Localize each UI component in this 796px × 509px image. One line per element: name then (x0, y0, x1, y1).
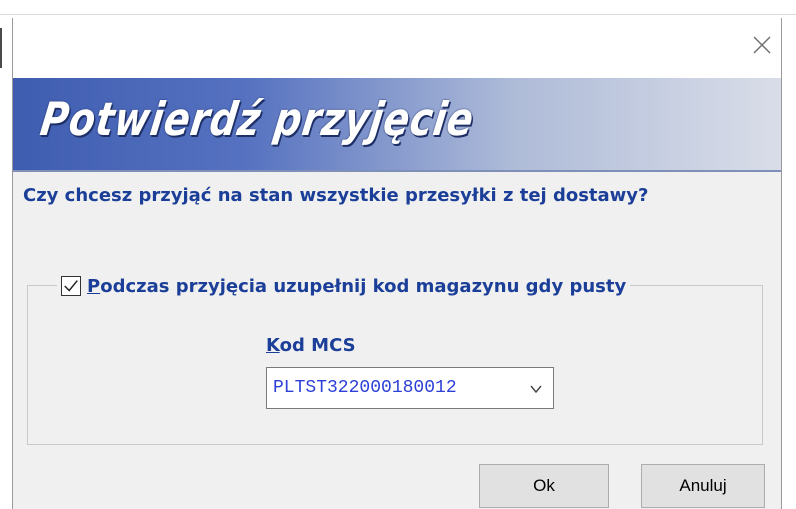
kod-label-mnemonic: K (266, 335, 280, 356)
options-groupbox (27, 285, 763, 445)
cancel-button[interactable]: Anuluj (641, 464, 765, 508)
chevron-down-icon[interactable] (529, 382, 543, 396)
checkbox-label-mnemonic: P (87, 275, 101, 297)
ok-button[interactable]: Ok (479, 464, 609, 508)
kod-mcs-select[interactable]: PLTST322000180012 (266, 367, 554, 409)
confirm-dialog: Potwierdź przyjęcie Czy chcesz przyjąć n… (12, 18, 782, 509)
close-icon[interactable] (751, 34, 773, 56)
fill-warehouse-code-checkbox[interactable] (61, 276, 81, 296)
background-window-edge (0, 28, 2, 68)
fill-warehouse-code-option[interactable]: Podczas przyjęcia uzupełnij kod magazynu… (57, 269, 631, 303)
dialog-titlebar (13, 18, 781, 78)
fill-warehouse-code-label[interactable]: Podczas przyjęcia uzupełnij kod magazynu… (87, 276, 626, 297)
kod-label-text: od MCS (279, 335, 356, 356)
kod-mcs-value: PLTST322000180012 (273, 378, 457, 398)
banner-divider (13, 170, 781, 172)
checkbox-label-text: odczas przyjęcia uzupełnij kod magazynu … (100, 275, 627, 297)
checkmark-icon (64, 280, 78, 292)
banner-title: Potwierdź przyjęcie (37, 92, 478, 146)
kod-mcs-label: Kod MCS (266, 335, 356, 356)
dialog-banner: Potwierdź przyjęcie (13, 78, 781, 170)
confirmation-question: Czy chcesz przyjąć na stan wszystkie prz… (23, 185, 649, 206)
background-window-strip (0, 0, 796, 15)
